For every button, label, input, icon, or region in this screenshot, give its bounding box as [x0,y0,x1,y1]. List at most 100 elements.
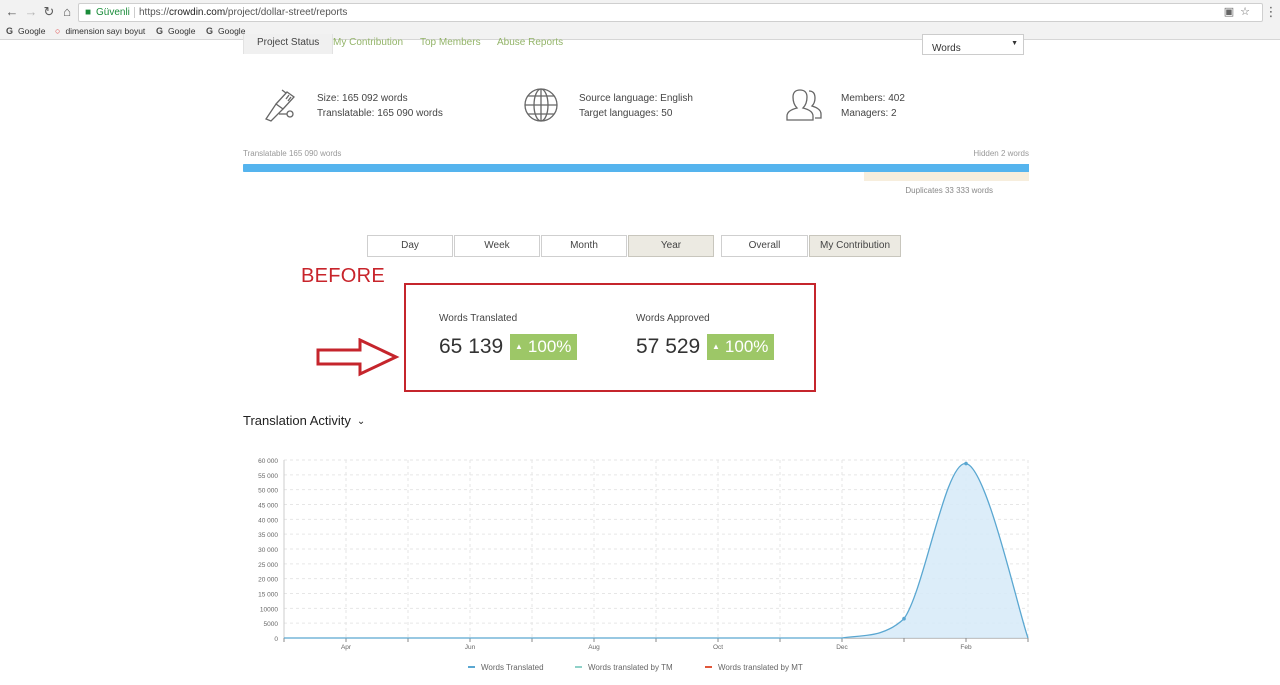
legend-swatch [705,666,712,668]
y-tick-label: 45 000 [258,503,278,510]
translation-progress-bar [243,164,1029,172]
x-tick-label: Jun [465,644,476,651]
period-toggle: Day Week Month Year [367,235,715,257]
y-tick-label: 0 [274,636,278,643]
tab-top-members[interactable]: Top Members [420,37,481,48]
units-select[interactable]: Words ▼ [922,34,1024,55]
legend-label: Words Translated [481,663,544,672]
x-tick-label: Apr [341,644,352,651]
words-translated-value: 65 139 [439,335,504,358]
period-month-button[interactable]: Month [541,235,627,257]
lock-icon: ■ [85,7,92,18]
bookmark-favicon-icon: ○ [55,26,61,36]
period-day-button[interactable]: Day [367,235,453,257]
y-tick-label: 5000 [264,621,279,628]
translation-activity-chart: 0 5000 10000 15 000 20 000 25 000 30 000 35 000… [258,458,1029,651]
bookmarks-bar: G Google ○ dimension sayı boyut G Google GG… [0,24,1280,39]
secure-label: Güvenli [96,7,130,18]
stat-source-language: Source language: English [579,93,693,104]
hidden-label: Hidden 2 words [973,149,1029,158]
legend-label: Words translated by MT [718,663,803,672]
words-approved-change-badge: ▲ 100% [707,334,775,360]
stats-members-block: Members: 402 Managers: 2 [841,91,905,121]
arrow-up-icon: ▲ [712,342,720,351]
words-translated-change: 100% [527,337,572,356]
words-translated-change-badge: ▲ 100% [510,334,578,360]
y-tick-label: 20 000 [258,577,278,584]
arrow-up-icon: ▲ [515,342,523,351]
translation-activity-title[interactable]: Translation Activity ⌄ [243,413,365,428]
x-tick-label: Aug [588,644,600,651]
x-tick-label: Dec [836,644,848,651]
duplicates-bar [864,172,1029,181]
google-icon: G [156,26,164,36]
google-icon: G [6,26,14,36]
y-tick-label: 30 000 [258,547,278,554]
words-translated-label: Words Translated [439,313,518,324]
stat-managers: Managers: 2 [841,108,897,119]
y-tick-label: 15 000 [258,592,278,599]
legend-item-words-by-tm[interactable]: Words translated by TM [575,663,673,672]
stats-size-block: Size: 165 092 words Translatable: 165 09… [317,91,443,121]
units-select-value: Words [932,43,961,54]
back-icon[interactable]: ← [3,4,21,20]
words-approved-value: 57 529 [636,335,701,358]
menu-icon[interactable]: ⋮ [1262,4,1280,20]
home-icon[interactable]: ⌂ [58,4,76,20]
tab-abuse-reports[interactable]: Abuse Reports [497,37,563,48]
y-tick-label: 60 000 [258,458,278,465]
y-tick-label: 50 000 [258,488,278,495]
tab-project-status[interactable]: Project Status [243,34,334,54]
arrow-right-icon [316,338,400,377]
ruler-icon [265,89,295,122]
url-text: https://crowdin.com/project/dollar-stree… [139,4,347,21]
translatable-label: Translatable 165 090 words [243,149,342,158]
words-approved-label: Words Approved [636,313,710,324]
address-bar[interactable]: ■ Güvenli https://crowdin.com/project/do… [78,3,1263,22]
x-tick-label: Feb [960,644,972,651]
bookmark-item[interactable]: G Google [6,26,45,36]
y-tick-label: 10000 [260,606,278,613]
url-prefix: https:// [139,7,170,18]
globe-icon [524,88,558,122]
stat-members: Members: 402 [841,93,905,104]
translate-and-star-icons[interactable]: ▣☆ [1224,4,1256,21]
y-tick-label: 55 000 [258,473,278,480]
bookmark-item[interactable]: ○ dimension sayı boyut [55,26,145,36]
stat-target-languages: Target languages: 50 [579,108,673,119]
legend-swatch [575,666,582,668]
google-icon: G [206,26,214,36]
forward-icon[interactable]: → [22,4,40,20]
before-annotation: BEFORE [301,265,386,287]
legend-item-words-translated[interactable]: Words Translated [468,663,544,672]
y-tick-label: 25 000 [258,562,278,569]
scope-my-contribution-button[interactable]: My Contribution [809,235,901,257]
y-tick-label: 35 000 [258,532,278,539]
scope-toggle: Overall My Contribution [721,235,902,257]
duplicates-label: Duplicates 33 333 words [905,186,993,195]
url-path: /project/dollar-street/reports [225,7,348,18]
url-host: crowdin.com [169,7,226,18]
period-week-button[interactable]: Week [454,235,540,257]
period-year-button[interactable]: Year [628,235,714,257]
scope-overall-button[interactable]: Overall [721,235,808,257]
users-icon [786,89,822,121]
browser-chrome: ← → ↻ ⌂ ■ Güvenli https://crowdin.com/pr… [0,0,1280,40]
bookmark-item[interactable]: G Google [156,26,195,36]
tab-my-contribution[interactable]: My Contribution [333,37,403,48]
stat-size: Size: 165 092 words [317,93,408,104]
legend-swatch [468,666,475,668]
progress-fill [243,164,1029,172]
stats-language-block: Source language: English Target language… [579,91,693,121]
y-tick-label: 40 000 [258,517,278,524]
bookmark-item[interactable]: G Google [206,26,245,36]
x-tick-label: Oct [713,644,723,651]
translation-activity-label: Translation Activity [243,413,351,428]
legend-label: Words translated by TM [588,663,673,672]
caret-down-icon: ▼ [1011,40,1018,47]
stat-translatable: Translatable: 165 090 words [317,108,443,119]
data-point [902,616,906,621]
reload-icon[interactable]: ↻ [40,4,58,20]
legend-item-words-by-mt[interactable]: Words translated by MT [705,663,803,672]
data-point [964,461,968,466]
